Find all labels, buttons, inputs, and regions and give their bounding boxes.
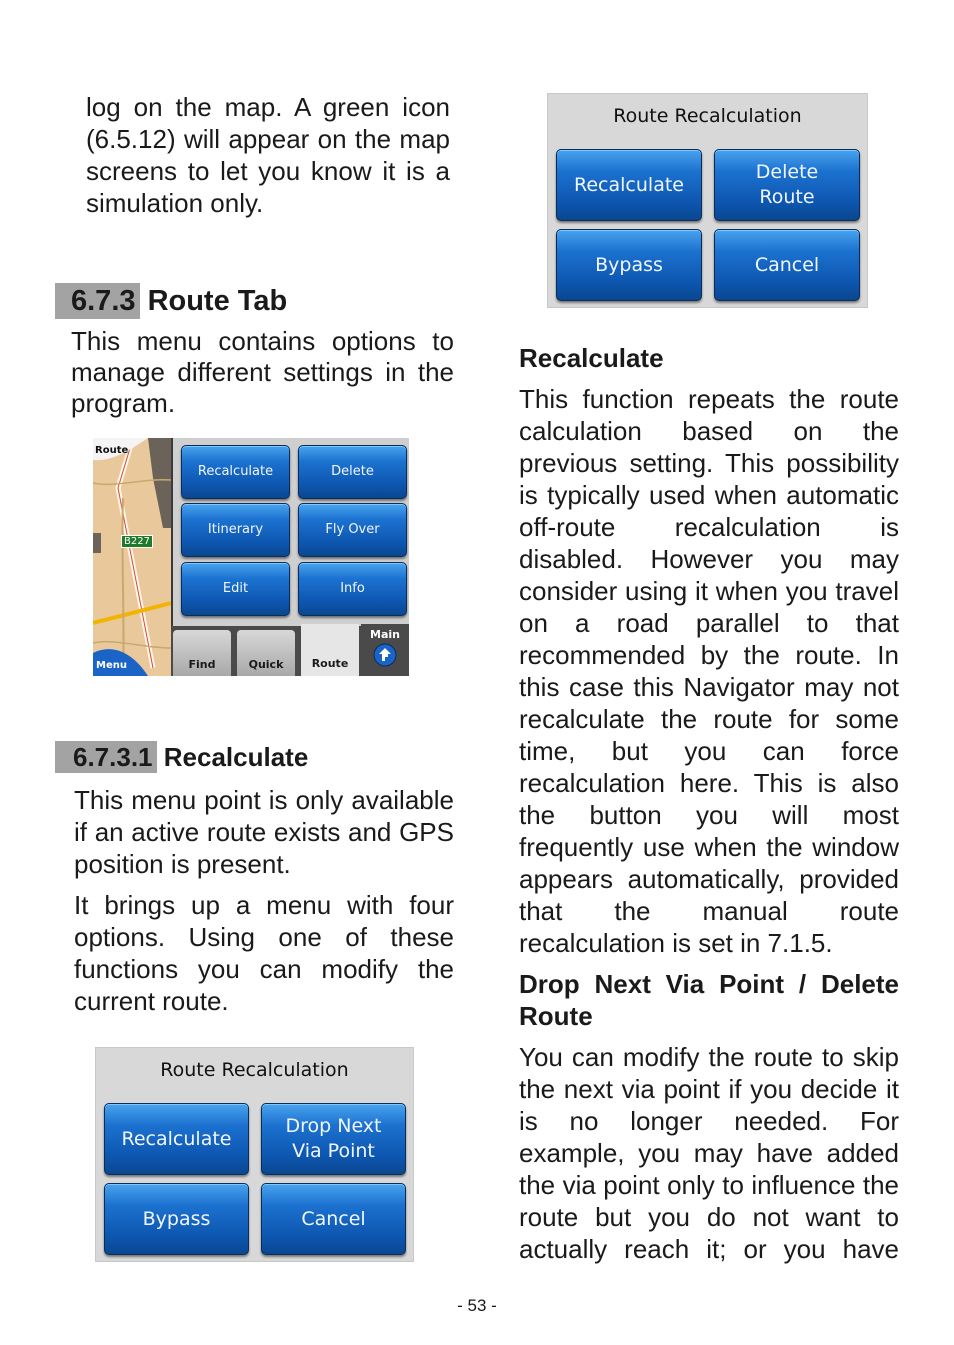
fly-over-button[interactable]: Fly Over (298, 503, 407, 557)
page-number: - 53 - (457, 1296, 497, 1315)
recalculate-heading: Recalculate (519, 343, 664, 373)
recalculate-button[interactable]: Recalculate (556, 149, 702, 221)
edit-button[interactable]: Edit (181, 562, 290, 616)
menu-panel: Recalculate Delete Itinerary Fly Over Ed… (173, 438, 409, 626)
itinerary-button[interactable]: Itinerary (181, 503, 290, 557)
recalculate-button[interactable]: Recalculate (181, 445, 290, 499)
intro-text: log on the map. A green icon (6.5.12) wi… (86, 92, 450, 218)
map-view (93, 438, 171, 676)
tab-route[interactable]: Route (301, 624, 359, 676)
map-label-menu[interactable]: Menu (96, 660, 127, 671)
dialog-title: Route Recalculation (613, 105, 802, 127)
subsection-heading-recalculate: 6.7.3.1 Recalculate (55, 741, 308, 773)
route-recalculation-dialog-delete-route: Route Recalculation Recalculate Delete R… (547, 93, 868, 308)
map-label-route[interactable]: Route (95, 445, 128, 456)
info-button[interactable]: Info (298, 562, 407, 616)
drop-next-via-point-button[interactable]: Drop Next Via Point (261, 1103, 406, 1175)
recalculate-button[interactable]: Recalculate (104, 1103, 249, 1175)
main-arrow-icon (373, 643, 397, 667)
subsection-paragraph-2: It brings up a menu with four options. U… (74, 890, 454, 1016)
intro-paragraph: log on the map. A green icon (6.5.12) wi… (86, 91, 450, 219)
bypass-button[interactable]: Bypass (556, 229, 702, 301)
section-intro: This menu contains options to manage dif… (71, 326, 454, 419)
delete-route-button[interactable]: Delete Route (714, 149, 860, 221)
dialog-title: Route Recalculation (160, 1059, 349, 1081)
section-number: 6.7.3 (55, 283, 140, 319)
route-recalculation-dialog-drop-via: Route Recalculation Recalculate Drop Nex… (95, 1047, 414, 1262)
delete-button[interactable]: Delete (298, 445, 407, 499)
tab-quick[interactable]: Quick (237, 630, 295, 676)
recalculate-description: This function repeats the route calculat… (519, 384, 899, 958)
tab-bar: Find Quick Route Main (171, 624, 409, 676)
bypass-button[interactable]: Bypass (104, 1183, 249, 1255)
main-button[interactable]: Main (361, 624, 409, 676)
main-label: Main (370, 628, 400, 641)
tab-find[interactable]: Find (173, 630, 231, 676)
cancel-button[interactable]: Cancel (261, 1183, 406, 1255)
subsection-paragraph-1: This menu point is only available if an … (74, 785, 454, 879)
section-intro-text: This menu contains options to manage dif… (71, 326, 454, 418)
cancel-button[interactable]: Cancel (714, 229, 860, 301)
route-menu-screenshot: Route B227 Menu Recalculate Delete Itine… (93, 438, 409, 676)
section-heading-route-tab: 6.7.3 Route Tab (55, 283, 287, 319)
subsection-title: Recalculate (163, 742, 309, 772)
subsection-number: 6.7.3.1 (55, 741, 157, 773)
road-sign-b227: B227 (121, 535, 153, 548)
subsection-body: This menu point is only available if an … (74, 784, 454, 1017)
drop-delete-description: You can modify the route to skip the nex… (519, 1042, 899, 1264)
section-title: Route Tab (147, 285, 288, 317)
right-text-column: Recalculate This function repeats the ro… (519, 342, 899, 1265)
drop-delete-heading: Drop Next Via Point / Delete Route (519, 969, 899, 1031)
